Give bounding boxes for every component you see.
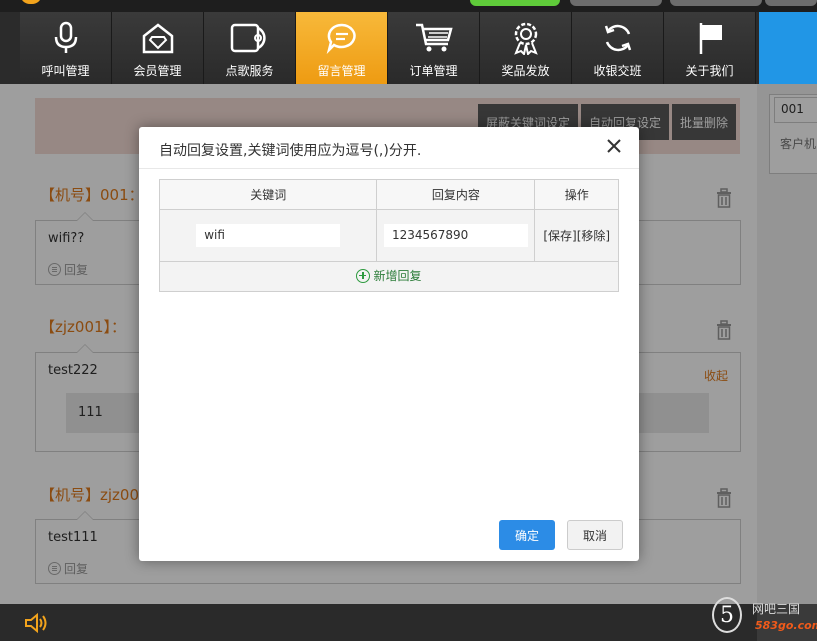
auto-reply-dialog: 自动回复设置,关键词使用应为逗号(,)分开. 关键词 回复内容 操作 wifi … (139, 127, 639, 561)
column-header: 关键词 (158, 179, 378, 210)
nav-label: 点歌服务 (225, 64, 274, 78)
nav-label: 留言管理 (317, 64, 366, 78)
confirm-button[interactable]: 确定 (499, 520, 555, 550)
award-icon (506, 18, 546, 58)
nav-label: 关于我们 (685, 64, 734, 78)
divider (139, 168, 639, 169)
keyword-table: 关键词 回复内容 操作 wifi 1234567890 [保存][移除] 新增回… (158, 179, 619, 292)
nav-item-messages[interactable]: 留言管理 (296, 12, 388, 84)
speaker-icon[interactable] (24, 612, 48, 637)
nav-item-about[interactable]: 关于我们 (664, 12, 756, 84)
nav-item-cashier[interactable]: 收银交班 (572, 12, 664, 84)
refresh-icon (598, 18, 638, 58)
plus-circle-icon (356, 268, 371, 283)
status-pill (670, 0, 762, 6)
diamond-house-icon (138, 18, 178, 58)
top-status-strip (0, 0, 817, 12)
column-header: 回复内容 (376, 179, 536, 210)
reply-content-input[interactable]: 1234567890 (383, 224, 528, 247)
column-header: 操作 (534, 179, 619, 210)
cancel-button[interactable]: 取消 (567, 520, 623, 550)
brand-site: 583go.com (755, 619, 817, 632)
nav-blue-panel (759, 12, 817, 84)
microphone-icon (46, 18, 86, 58)
brand-logo: 5 (712, 597, 742, 633)
status-pill-green (470, 0, 560, 6)
status-pill (570, 0, 662, 6)
add-reply-button[interactable]: 新增回复 (356, 267, 422, 284)
nav-item-prizes[interactable]: 奖品发放 (480, 12, 572, 84)
keyword-input[interactable]: wifi (196, 224, 341, 247)
close-icon[interactable] (605, 137, 623, 155)
nav-label: 奖品发放 (501, 64, 550, 78)
row-actions[interactable]: [保存][移除] (534, 209, 619, 262)
cd-icon (230, 18, 270, 58)
nav-label: 订单管理 (409, 64, 458, 78)
nav-label: 呼叫管理 (41, 64, 90, 78)
add-reply-cell: 新增回复 (159, 261, 619, 292)
add-row: 新增回复 (159, 261, 619, 292)
table-row: wifi 1234567890 [保存][移除] (158, 209, 619, 262)
nav-item-music[interactable]: 点歌服务 (204, 12, 296, 84)
nav-label: 收银交班 (593, 64, 642, 78)
main-nav: 呼叫管理 会员管理 点歌服务 留言管理 订单管理 奖品发放 收银交班 关于我们 (0, 12, 817, 84)
nav-item-member[interactable]: 会员管理 (112, 12, 204, 84)
status-pill (765, 0, 817, 6)
app-logo (20, 0, 42, 4)
nav-item-orders[interactable]: 订单管理 (388, 12, 480, 84)
shopping-cart-icon (414, 18, 454, 58)
message-bubble-icon (322, 18, 362, 58)
flag-icon (690, 18, 730, 58)
nav-item-call[interactable]: 呼叫管理 (20, 12, 112, 84)
dialog-title: 自动回复设置,关键词使用应为逗号(,)分开. (159, 143, 422, 159)
bottom-bar (0, 604, 757, 641)
table-header-row: 关键词 回复内容 操作 (158, 179, 619, 210)
keyword-cell: wifi (158, 209, 378, 262)
brand-name: 网吧三国 (752, 602, 801, 616)
add-reply-label: 新增回复 (373, 269, 422, 284)
nav-label: 会员管理 (133, 64, 182, 78)
reply-cell: 1234567890 (376, 209, 536, 262)
